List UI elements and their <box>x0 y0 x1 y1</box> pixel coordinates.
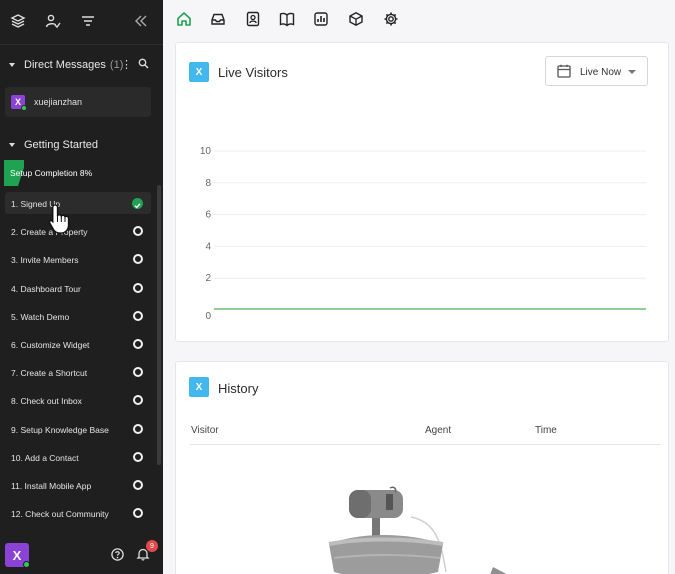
onboarding-step[interactable]: 1. Signed Up <box>5 192 151 214</box>
home-icon[interactable] <box>176 11 192 27</box>
pending-circle-icon <box>133 508 143 519</box>
onboarding-step[interactable]: 11. Install Mobile App <box>5 474 151 496</box>
card-badge: X <box>189 377 209 397</box>
onboarding-step[interactable]: 8. Check out Inbox <box>5 389 151 411</box>
chevron-down-icon <box>9 63 15 67</box>
filter-icon[interactable] <box>79 12 97 30</box>
table-header-divider <box>190 444 660 445</box>
onboarding-step[interactable]: 10. Add a Contact <box>5 446 151 468</box>
column-header-time[interactable]: Time <box>535 425 557 436</box>
search-icon[interactable] <box>138 58 149 69</box>
onboarding-step[interactable]: 9. Setup Knowledge Base <box>5 418 151 440</box>
dm-user-item[interactable]: X xuejianzhan <box>5 87 151 117</box>
sidebar-scrollbar[interactable] <box>157 185 161 465</box>
direct-messages-title: Direct Messages <box>24 59 106 71</box>
online-status-icon <box>23 561 30 568</box>
live-visitors-card: X Live Visitors Live Now 0 2 4 6 8 10 <box>175 42 669 342</box>
column-header-agent[interactable]: Agent <box>425 425 451 436</box>
onboarding-step-label: 4. Dashboard Tour <box>11 283 81 294</box>
getting-started-title: Getting Started <box>24 139 98 151</box>
card-title: History <box>218 381 259 396</box>
onboarding-step[interactable]: 4. Dashboard Tour <box>5 277 151 299</box>
onboarding-step-label: 3. Invite Members <box>11 255 79 266</box>
pending-circle-icon <box>133 254 143 265</box>
setup-completion-label: Setup Completion 8% <box>10 168 93 178</box>
pending-circle-icon <box>133 451 143 462</box>
help-icon[interactable] <box>111 548 124 561</box>
pending-circle-icon <box>133 282 143 293</box>
check-circle-icon <box>132 198 143 209</box>
getting-started-header[interactable]: Getting Started <box>0 135 163 155</box>
onboarding-step-label: 10. Add a Contact <box>11 452 79 463</box>
collapse-icon[interactable] <box>132 12 150 30</box>
onboarding-step[interactable]: 2. Create a Property <box>5 220 151 242</box>
pending-circle-icon <box>133 395 143 406</box>
sidebar-toolbar <box>0 8 163 36</box>
settings-icon[interactable] <box>383 11 399 27</box>
sidebar: Direct Messages (1) ⋮ X xuejianzhan Getti… <box>0 0 163 574</box>
y-tick-label: 10 <box>200 146 212 157</box>
y-tick-label: 8 <box>205 178 211 189</box>
top-navigation <box>163 0 675 38</box>
setup-completion: Setup Completion 8% <box>4 160 154 186</box>
history-card: X History Visitor Agent Time <box>175 361 669 574</box>
pending-circle-icon <box>133 423 143 434</box>
onboarding-step[interactable]: 12. Check out Community <box>5 502 151 524</box>
column-header-visitor[interactable]: Visitor <box>191 425 219 436</box>
contacts-icon[interactable] <box>245 11 261 27</box>
layers-icon[interactable] <box>9 12 27 30</box>
onboarding-step[interactable]: 7. Create a Shortcut <box>5 361 151 383</box>
chevron-down-icon <box>9 143 15 147</box>
pending-circle-icon <box>133 367 143 378</box>
user-check-icon[interactable] <box>44 12 62 30</box>
onboarding-step[interactable]: 5. Watch Demo <box>5 305 151 327</box>
direct-messages-header[interactable]: Direct Messages (1) ⋮ <box>0 55 163 75</box>
y-tick-label: 4 <box>205 241 211 252</box>
onboarding-step[interactable]: 3. Invite Members <box>5 248 151 270</box>
knowledge-base-icon[interactable] <box>279 11 295 27</box>
reports-icon[interactable] <box>313 11 329 27</box>
empty-mailbox-illustration <box>328 486 507 574</box>
onboarding-step-label: 9. Setup Knowledge Base <box>11 424 109 435</box>
y-tick-label: 0 <box>205 311 211 322</box>
y-tick-label: 2 <box>205 273 211 284</box>
onboarding-step-label: 8. Check out Inbox <box>11 396 82 407</box>
pending-circle-icon <box>133 310 143 321</box>
apps-icon[interactable] <box>348 11 364 27</box>
notification-count-badge: 9 <box>146 540 158 552</box>
more-options-icon[interactable]: ⋮ <box>121 58 132 71</box>
onboarding-step-label: 6. Customize Widget <box>11 340 90 350</box>
onboarding-step-label: 12. Check out Community <box>11 509 109 520</box>
hand-cursor-icon <box>48 204 70 234</box>
onboarding-step[interactable]: 6. Customize Widget <box>5 333 151 355</box>
onboarding-step-label: 11. Install Mobile App <box>11 481 92 491</box>
pending-circle-icon <box>133 226 143 237</box>
y-tick-label: 6 <box>205 210 211 221</box>
dm-user-name: xuejianzhan <box>34 97 83 107</box>
pending-circle-icon <box>133 480 143 490</box>
inbox-icon[interactable] <box>210 11 226 27</box>
online-status-icon <box>21 105 27 111</box>
onboarding-step-label: 5. Watch Demo <box>11 311 70 322</box>
live-visitors-chart: 0 2 4 6 8 10 <box>200 146 646 322</box>
pending-circle-icon <box>133 339 143 349</box>
onboarding-step-label: 7. Create a Shortcut <box>11 368 88 379</box>
sidebar-divider <box>0 44 163 45</box>
sidebar-footer: X 9 <box>0 534 163 574</box>
